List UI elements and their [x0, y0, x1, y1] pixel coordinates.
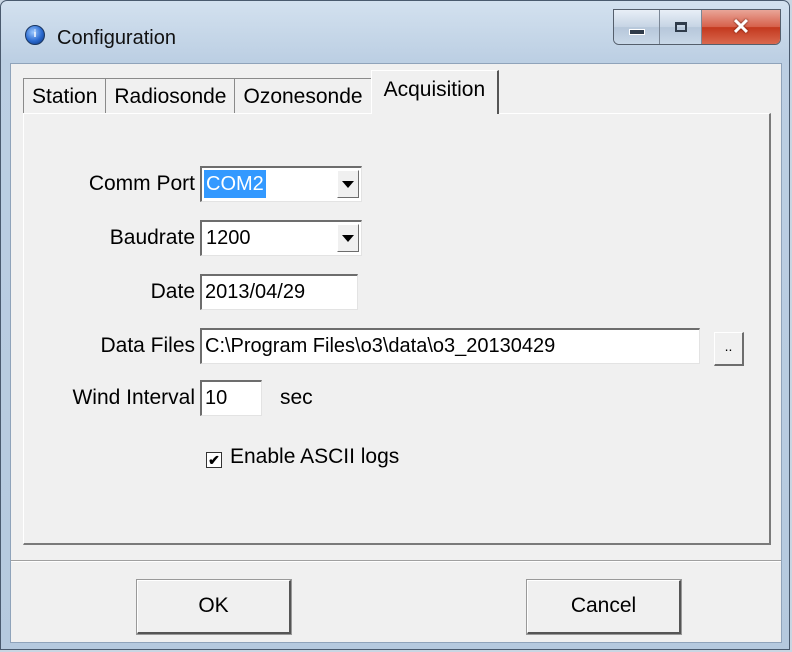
close-icon: ✕	[731, 14, 751, 39]
browse-button[interactable]: ..	[714, 332, 744, 366]
comm-port-dropdown-button[interactable]	[337, 170, 359, 198]
minimize-button[interactable]	[614, 10, 660, 44]
enable-ascii-logs-label[interactable]: Enable ASCII logs	[230, 445, 399, 469]
date-field[interactable]: 2013/04/29	[200, 274, 358, 310]
tab-strip: Station Radiosonde Ozonesonde Acquisitio…	[23, 70, 500, 114]
comm-port-value: COM2	[204, 170, 266, 198]
title-bar[interactable]: i Configuration ✕	[1, 1, 789, 63]
wind-interval-field[interactable]: 10	[200, 380, 262, 416]
wind-interval-unit: sec	[280, 386, 313, 409]
minimize-icon	[628, 29, 645, 35]
tab-ozonesonde[interactable]: Ozonesonde	[234, 78, 372, 114]
data-files-field[interactable]: C:\Program Files\o3\data\o3_20130429	[200, 328, 700, 364]
tab-station[interactable]: Station	[23, 78, 107, 114]
chevron-down-icon	[342, 180, 354, 188]
date-label: Date	[150, 280, 195, 303]
maximize-button[interactable]	[660, 10, 702, 44]
ok-button[interactable]: OK	[136, 579, 292, 635]
wind-interval-label: Wind Interval	[72, 386, 195, 409]
cancel-button[interactable]: Cancel	[526, 579, 682, 635]
enable-ascii-logs-checkbox[interactable]: ✔	[206, 452, 222, 468]
chevron-down-icon	[342, 234, 354, 242]
maximize-icon	[674, 22, 687, 32]
caption-buttons: ✕	[613, 9, 781, 45]
baudrate-value: 1200	[206, 227, 251, 249]
baudrate-label: Baudrate	[109, 226, 195, 249]
baudrate-dropdown-button[interactable]	[337, 224, 359, 252]
baudrate-combobox[interactable]: 1200	[200, 220, 362, 256]
tab-radiosonde[interactable]: Radiosonde	[105, 78, 236, 114]
acquisition-panel: Comm Port COM2 Baudrate 1200 Date 2013/0…	[23, 113, 771, 545]
comm-port-combobox[interactable]: COM2	[200, 166, 362, 202]
close-button[interactable]: ✕	[702, 10, 780, 44]
comm-port-label: Comm Port	[88, 172, 195, 195]
button-bar-separator	[11, 560, 781, 562]
tab-acquisition[interactable]: Acquisition	[370, 70, 500, 114]
app-info-icon[interactable]: i	[25, 25, 45, 45]
configuration-window: i Configuration ✕ Station Radiosonde Ozo…	[0, 0, 790, 650]
data-files-label: Data Files	[100, 334, 195, 357]
window-title: Configuration	[57, 27, 176, 49]
dialog-client-area: Station Radiosonde Ozonesonde Acquisitio…	[10, 63, 782, 643]
